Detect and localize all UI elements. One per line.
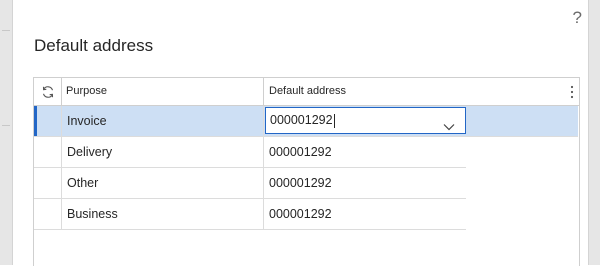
column-header-default-address[interactable]: Default address — [265, 78, 565, 105]
row-selector[interactable] — [34, 137, 62, 167]
cell-purpose[interactable]: Business — [62, 199, 264, 229]
row-selector[interactable] — [34, 168, 62, 198]
row-selector[interactable] — [34, 106, 62, 136]
selected-row-marker — [34, 106, 37, 136]
more-vertical-icon[interactable] — [565, 78, 579, 105]
dialog-title: Default address — [34, 36, 154, 55]
cell-default-address[interactable]: 000001292 — [265, 168, 466, 198]
table-row[interactable]: Other 000001292 — [34, 168, 466, 199]
default-address-dialog: ? Default address Purpose Default addres… — [13, 0, 588, 266]
cell-purpose[interactable]: Other — [62, 168, 264, 198]
background-app-edge — [588, 0, 600, 265]
help-icon[interactable]: ? — [573, 8, 582, 28]
background-divider — [2, 30, 10, 31]
table-row[interactable]: Delivery 000001292 — [34, 137, 466, 168]
address-grid: Purpose Default address Invoice 00000129… — [33, 77, 580, 266]
text-caret — [333, 113, 335, 128]
background-app-edge — [0, 0, 13, 265]
background-divider — [2, 125, 10, 126]
cell-default-address[interactable]: 000001292 — [265, 137, 466, 167]
column-header-purpose[interactable]: Purpose — [62, 78, 264, 105]
default-address-combobox[interactable]: 000001292 — [265, 107, 466, 134]
refresh-icon[interactable] — [34, 78, 62, 105]
grid-header: Purpose Default address — [34, 78, 579, 106]
cell-purpose[interactable]: Invoice — [62, 106, 264, 136]
combobox-value[interactable]: 000001292 — [270, 113, 333, 127]
row-selector[interactable] — [34, 199, 62, 229]
table-row[interactable]: Business 000001292 — [34, 199, 466, 230]
cell-default-address[interactable]: 000001292 — [265, 199, 466, 229]
cell-purpose[interactable]: Delivery — [62, 137, 264, 167]
table-row[interactable]: Invoice 000001292 — [34, 106, 578, 137]
